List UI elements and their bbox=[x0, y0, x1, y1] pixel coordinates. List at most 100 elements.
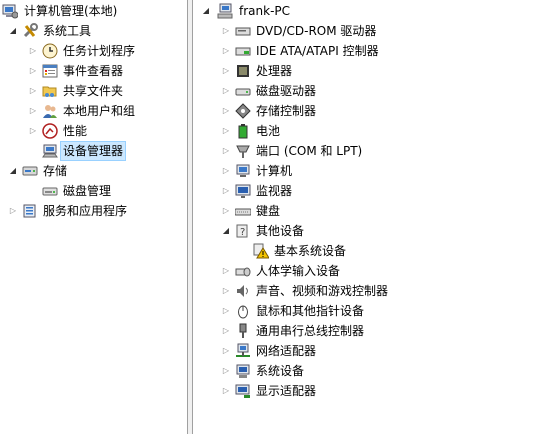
collapsed-arrow-icon[interactable] bbox=[221, 321, 231, 341]
tree-item-storage[interactable]: 存储 bbox=[8, 161, 183, 181]
collapsed-arrow-icon[interactable] bbox=[221, 41, 231, 61]
tree-item-performance[interactable]: 性能 bbox=[28, 121, 183, 141]
device-category-processor[interactable]: 处理器 bbox=[221, 61, 541, 81]
collapsed-arrow-icon[interactable] bbox=[221, 121, 231, 141]
tree-item-label: 计算机 bbox=[256, 164, 293, 178]
device-category-keyboards[interactable]: 键盘 bbox=[221, 201, 541, 221]
svg-text:?: ? bbox=[240, 227, 245, 238]
collapsed-arrow-icon[interactable] bbox=[221, 361, 231, 381]
collapsed-arrow-icon[interactable] bbox=[221, 21, 231, 41]
tree-item-services-apps[interactable]: 服务和应用程序 bbox=[8, 201, 183, 221]
warning-device-icon bbox=[253, 243, 269, 259]
tree-item-label: 电池 bbox=[256, 124, 281, 138]
tree-item-label: 系统工具 bbox=[43, 24, 92, 38]
tree-item-label: 键盘 bbox=[256, 204, 281, 218]
device-category-other-devices[interactable]: ? 其他设备 bbox=[221, 221, 541, 241]
collapsed-arrow-icon[interactable] bbox=[221, 161, 231, 181]
system-device-icon bbox=[235, 363, 251, 379]
collapsed-arrow-icon[interactable] bbox=[28, 81, 38, 101]
expanded-arrow-icon[interactable] bbox=[8, 21, 18, 41]
device-category-ide[interactable]: IDE ATA/ATAPI 控制器 bbox=[221, 41, 541, 61]
tree-item-label: 端口 (COM 和 LPT) bbox=[256, 144, 363, 158]
computer-icon bbox=[235, 163, 251, 179]
device-category-sound[interactable]: 声音、视频和游戏控制器 bbox=[221, 281, 541, 301]
collapsed-arrow-icon[interactable] bbox=[221, 341, 231, 361]
tree-item-label: 本地用户和组 bbox=[63, 104, 136, 118]
tree-item-label: 鼠标和其他指针设备 bbox=[256, 304, 365, 318]
tree-item-system-tools[interactable]: 系统工具 bbox=[8, 21, 183, 41]
tree-item-label: 事件查看器 bbox=[63, 64, 124, 78]
performance-icon bbox=[42, 123, 58, 139]
tree-item-label: 共享文件夹 bbox=[63, 84, 124, 98]
unknown-device-icon: ? bbox=[235, 223, 251, 239]
battery-icon bbox=[235, 123, 251, 139]
device-category-dvd[interactable]: DVD/CD-ROM 驱动器 bbox=[221, 21, 541, 41]
device-category-network[interactable]: 网络适配器 bbox=[221, 341, 541, 361]
tree-item-label: 人体学输入设备 bbox=[256, 264, 341, 278]
collapsed-arrow-icon[interactable] bbox=[221, 101, 231, 121]
network-adapter-icon bbox=[235, 343, 251, 359]
device-category-usb[interactable]: 通用串行总线控制器 bbox=[221, 321, 541, 341]
computer-management-icon bbox=[2, 3, 18, 19]
tree-item-task-scheduler[interactable]: 任务计划程序 bbox=[28, 41, 183, 61]
tree-item-label: 计算机管理(本地) bbox=[24, 4, 118, 18]
keyboard-icon bbox=[235, 203, 251, 219]
device-category-disk-drives[interactable]: 磁盘驱动器 bbox=[221, 81, 541, 101]
collapsed-arrow-icon[interactable] bbox=[28, 121, 38, 141]
device-category-system-devices[interactable]: 系统设备 bbox=[221, 361, 541, 381]
tree-item-label: 服务和应用程序 bbox=[43, 204, 128, 218]
device-category-mice[interactable]: 鼠标和其他指针设备 bbox=[221, 301, 541, 321]
collapsed-arrow-icon[interactable] bbox=[8, 201, 18, 221]
tree-item-shared-folders[interactable]: 共享文件夹 bbox=[28, 81, 183, 101]
tree-item-disk-management[interactable]: 磁盘管理 bbox=[42, 181, 182, 201]
tree-item-label: 显示适配器 bbox=[256, 384, 317, 398]
display-adapter-icon bbox=[235, 383, 251, 399]
tree-item-label: DVD/CD-ROM 驱动器 bbox=[256, 24, 377, 38]
users-icon bbox=[42, 103, 58, 119]
device-category-storage-controllers[interactable]: 存储控制器 bbox=[221, 101, 541, 121]
mouse-icon bbox=[235, 303, 251, 319]
device-category-ports[interactable]: 端口 (COM 和 LPT) bbox=[221, 141, 541, 161]
tree-item-label: 其他设备 bbox=[256, 224, 305, 238]
collapsed-arrow-icon[interactable] bbox=[221, 81, 231, 101]
tree-item-label: 网络适配器 bbox=[256, 344, 317, 358]
device-category-display-adapters[interactable]: 显示适配器 bbox=[221, 381, 541, 401]
tree-item-event-viewer[interactable]: 事件查看器 bbox=[28, 61, 183, 81]
collapsed-arrow-icon[interactable] bbox=[221, 201, 231, 221]
tree-item-label: 处理器 bbox=[256, 64, 293, 78]
processor-icon bbox=[235, 63, 251, 79]
expanded-arrow-icon[interactable] bbox=[201, 1, 211, 21]
tree-item-device-manager[interactable]: 设备管理器 bbox=[28, 141, 183, 161]
device-category-battery[interactable]: 电池 bbox=[221, 121, 541, 141]
tree-item-computer-management[interactable]: 计算机管理(本地) bbox=[2, 1, 182, 21]
tree-item-label: 性能 bbox=[63, 124, 88, 138]
services-icon bbox=[22, 203, 38, 219]
device-category-computer[interactable]: 计算机 bbox=[221, 161, 541, 181]
collapsed-arrow-icon[interactable] bbox=[221, 61, 231, 81]
tree-item-label: 磁盘管理 bbox=[63, 184, 112, 198]
tree-item-computer-root[interactable]: frank-PC bbox=[201, 1, 541, 21]
tree-item-label: 设备管理器 bbox=[60, 141, 127, 161]
tree-item-label: 磁盘驱动器 bbox=[256, 84, 317, 98]
device-category-monitors[interactable]: 监视器 bbox=[221, 181, 541, 201]
collapsed-arrow-icon[interactable] bbox=[28, 41, 38, 61]
collapsed-arrow-icon[interactable] bbox=[221, 281, 231, 301]
collapsed-arrow-icon[interactable] bbox=[221, 181, 231, 201]
storage-controller-icon bbox=[235, 103, 251, 119]
tree-item-local-users[interactable]: 本地用户和组 bbox=[28, 101, 183, 121]
collapsed-arrow-icon[interactable] bbox=[221, 141, 231, 161]
device-category-hid[interactable]: 人体学输入设备 bbox=[221, 261, 541, 281]
tools-icon bbox=[22, 23, 38, 39]
expanded-arrow-icon[interactable] bbox=[8, 161, 18, 181]
usb-icon bbox=[235, 323, 251, 339]
tree-item-label: 通用串行总线控制器 bbox=[256, 324, 365, 338]
expanded-arrow-icon[interactable] bbox=[221, 221, 231, 241]
device-base-system-device[interactable]: 基本系统设备 bbox=[253, 241, 543, 261]
collapsed-arrow-icon[interactable] bbox=[221, 261, 231, 281]
collapsed-arrow-icon[interactable] bbox=[221, 381, 231, 401]
speaker-icon bbox=[235, 283, 251, 299]
event-viewer-icon bbox=[42, 63, 58, 79]
collapsed-arrow-icon[interactable] bbox=[28, 61, 38, 81]
collapsed-arrow-icon[interactable] bbox=[221, 301, 231, 321]
collapsed-arrow-icon[interactable] bbox=[28, 101, 38, 121]
